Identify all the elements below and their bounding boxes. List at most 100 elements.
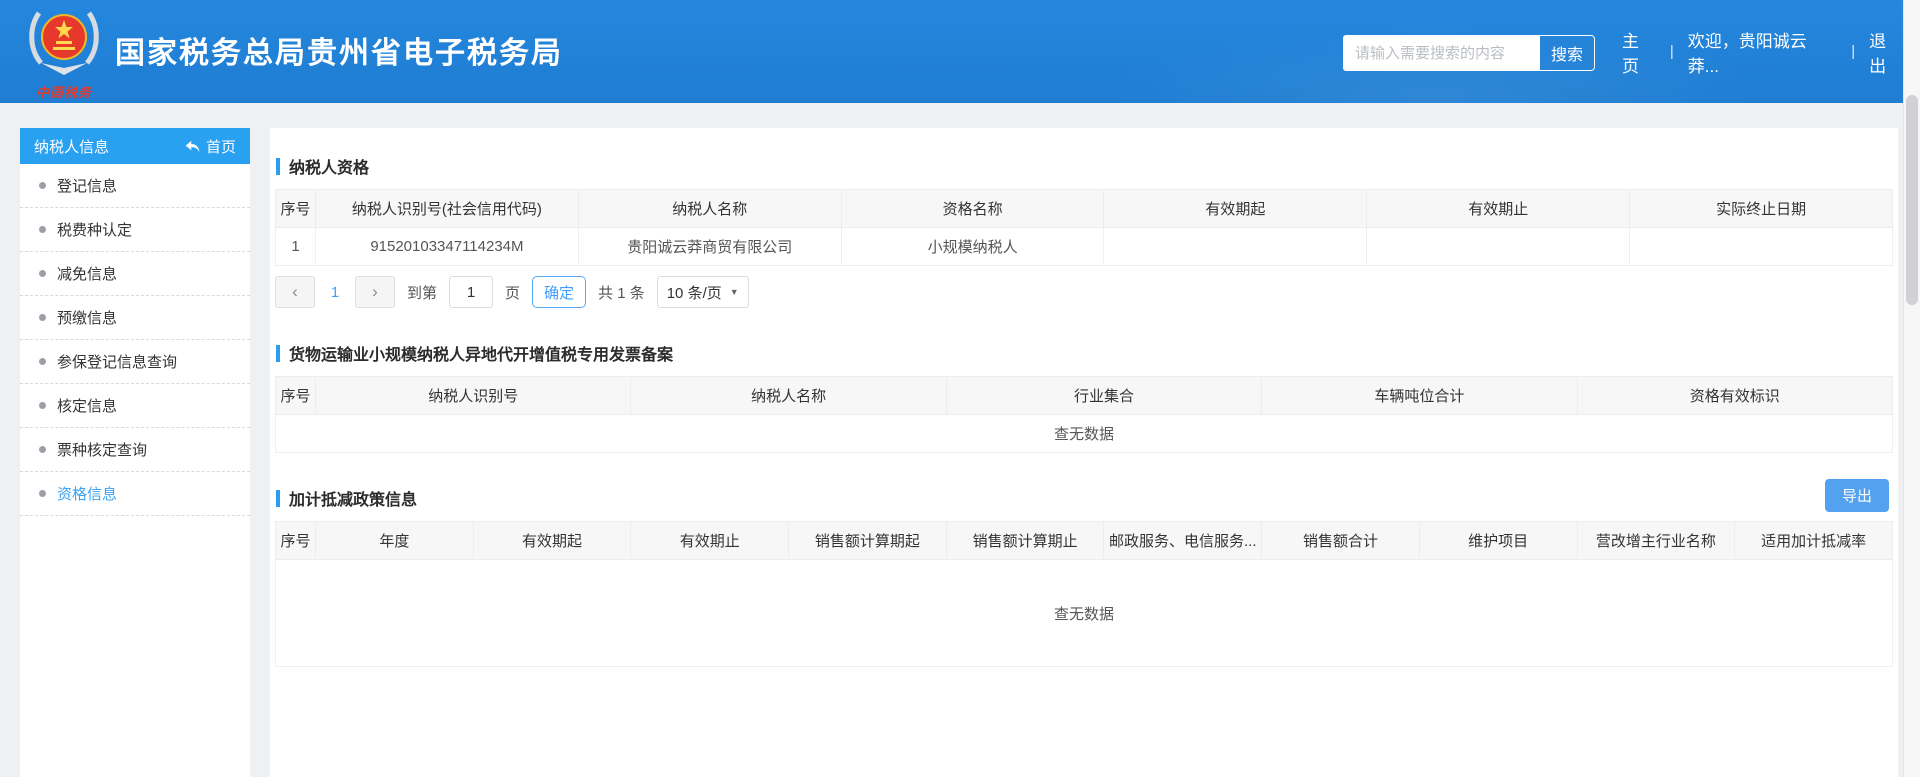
sidebar-item-insurance-query[interactable]: 参保登记信息查询 xyxy=(20,340,250,384)
page-number[interactable]: 1 xyxy=(327,284,343,301)
bullet-icon xyxy=(39,270,46,277)
title-bar-icon xyxy=(276,345,280,362)
search-input[interactable] xyxy=(1343,35,1539,71)
sidebar-item-label: 预缴信息 xyxy=(57,307,117,328)
sidebar-item-label: 减免信息 xyxy=(57,263,117,284)
sidebar-header: 纳税人信息 首页 xyxy=(20,128,250,164)
cell-taxpayer-name: 贵阳诚云莽商贸有限公司 xyxy=(578,228,841,266)
sidebar: 纳税人信息 首页 登记信息 税费种认定 减免信息 预缴信息 参保登记信息查询 核… xyxy=(20,128,250,777)
section-title-row: 纳税人资格 xyxy=(270,154,1898,178)
column-header: 纳税人名称 xyxy=(578,190,841,228)
column-header: 资格有效标识 xyxy=(1577,377,1892,415)
column-header: 有效期起 xyxy=(473,522,631,560)
column-header: 行业集合 xyxy=(946,377,1261,415)
sidebar-item-label: 资格信息 xyxy=(57,483,117,504)
cell-valid-from xyxy=(1104,228,1367,266)
column-header: 有效期起 xyxy=(1104,190,1367,228)
column-header: 车辆吨位合计 xyxy=(1262,377,1577,415)
export-button[interactable]: 导出 xyxy=(1825,479,1889,512)
column-header: 纳税人识别号 xyxy=(316,377,631,415)
tax-bureau-logo: 中国税务 xyxy=(22,5,106,100)
sidebar-title: 纳税人信息 xyxy=(34,136,109,157)
goto-prefix-label: 到第 xyxy=(407,282,437,303)
page-size-select[interactable]: 10 条/页 ▼ xyxy=(657,276,749,308)
section-title-row: 货物运输业小规模纳税人异地代开增值税专用发票备案 xyxy=(270,341,1898,365)
section-title: 加计抵减政策信息 xyxy=(289,486,417,510)
title-bar-icon xyxy=(276,158,280,175)
column-header: 销售额合计 xyxy=(1262,522,1420,560)
search-button[interactable]: 搜索 xyxy=(1539,35,1595,71)
freight-table: 序号 纳税人识别号 纳税人名称 行业集合 车辆吨位合计 资格有效标识 查无数据 xyxy=(275,376,1893,453)
sidebar-item-label: 核定信息 xyxy=(57,395,117,416)
page-size-value: 10 条/页 xyxy=(667,282,722,303)
no-data-message: 查无数据 xyxy=(276,560,1893,667)
column-header: 邮政服务、电信服务... xyxy=(1104,522,1262,560)
nav-separator: | xyxy=(1670,43,1674,60)
chevron-left-icon: ‹ xyxy=(292,282,298,302)
sidebar-item-qualification[interactable]: 资格信息 xyxy=(20,472,250,516)
bullet-icon xyxy=(39,402,46,409)
table-header-row: 序号 纳税人识别号 纳税人名称 行业集合 车辆吨位合计 资格有效标识 xyxy=(276,377,1893,415)
confirm-page-button[interactable]: 确定 xyxy=(532,276,586,308)
bullet-icon xyxy=(39,446,46,453)
sidebar-item-invoice-type-query[interactable]: 票种核定查询 xyxy=(20,428,250,472)
section-title-row: 加计抵减政策信息 xyxy=(270,486,1898,510)
nav-separator: | xyxy=(1851,43,1855,60)
next-page-button[interactable]: › xyxy=(355,276,395,308)
caret-down-icon: ▼ xyxy=(730,287,739,297)
sidebar-item-reduction[interactable]: 减免信息 xyxy=(20,252,250,296)
column-header: 序号 xyxy=(276,190,316,228)
nav-logout-link[interactable]: 退出 xyxy=(1869,27,1903,77)
section-qualification: 纳税人资格 序号 纳税人识别号(社会信用代码) 纳税人名称 资格名称 有效期起 … xyxy=(270,154,1898,308)
column-header: 营改增主行业名称 xyxy=(1577,522,1735,560)
table-row: 1 91520103347114234M 贵阳诚云莽商贸有限公司 小规模纳税人 xyxy=(276,228,1893,266)
sidebar-item-registration[interactable]: 登记信息 xyxy=(20,164,250,208)
nav-home-link[interactable]: 主页 xyxy=(1622,27,1656,77)
page-title: 国家税务总局贵州省电子税务局 xyxy=(115,28,563,72)
column-header: 维护项目 xyxy=(1419,522,1577,560)
logo-caption: 中国税务 xyxy=(22,82,106,101)
column-header: 纳税人名称 xyxy=(631,377,946,415)
bullet-icon xyxy=(39,182,46,189)
column-header: 序号 xyxy=(276,522,316,560)
sidebar-item-label: 票种核定查询 xyxy=(57,439,147,460)
sidebar-item-prepayment[interactable]: 预缴信息 xyxy=(20,296,250,340)
sidebar-home-button[interactable]: 首页 xyxy=(185,136,236,157)
nav-welcome-link[interactable]: 欢迎，贵阳诚云莽... xyxy=(1688,27,1838,77)
column-header: 实际终止日期 xyxy=(1630,190,1893,228)
main-content: 纳税人资格 序号 纳税人识别号(社会信用代码) 纳税人名称 资格名称 有效期起 … xyxy=(270,128,1898,777)
qualification-table: 序号 纳税人识别号(社会信用代码) 纳税人名称 资格名称 有效期起 有效期止 实… xyxy=(275,189,1893,266)
chevron-right-icon: › xyxy=(372,282,378,302)
sidebar-item-tax-type[interactable]: 税费种认定 xyxy=(20,208,250,252)
section-title: 货物运输业小规模纳税人异地代开增值税专用发票备案 xyxy=(289,341,673,365)
deduction-table: 序号 年度 有效期起 有效期止 销售额计算期起 销售额计算期止 邮政服务、电信服… xyxy=(275,521,1893,667)
column-header: 销售额计算期起 xyxy=(789,522,947,560)
table-header-row: 序号 纳税人识别号(社会信用代码) 纳税人名称 资格名称 有效期起 有效期止 实… xyxy=(276,190,1893,228)
prev-page-button[interactable]: ‹ xyxy=(275,276,315,308)
goto-page-input[interactable] xyxy=(449,276,493,308)
tax-emblem-icon xyxy=(25,5,103,79)
goto-suffix-label: 页 xyxy=(505,282,520,303)
sidebar-home-label: 首页 xyxy=(206,136,236,157)
back-arrow-icon xyxy=(185,140,200,153)
column-header: 销售额计算期止 xyxy=(946,522,1104,560)
sidebar-item-label: 税费种认定 xyxy=(57,219,132,240)
cell-valid-to xyxy=(1367,228,1630,266)
sidebar-item-verification[interactable]: 核定信息 xyxy=(20,384,250,428)
table-header-row: 序号 年度 有效期起 有效期止 销售额计算期起 销售额计算期止 邮政服务、电信服… xyxy=(276,522,1893,560)
column-header: 适用加计抵减率 xyxy=(1735,522,1893,560)
cell-qualification-name: 小规模纳税人 xyxy=(841,228,1104,266)
section-title: 纳税人资格 xyxy=(289,154,369,178)
sidebar-item-label: 登记信息 xyxy=(57,175,117,196)
header-search: 搜索 xyxy=(1343,35,1595,71)
column-header: 序号 xyxy=(276,377,316,415)
no-data-message: 查无数据 xyxy=(276,415,1893,453)
bullet-icon xyxy=(39,314,46,321)
sidebar-item-label: 参保登记信息查询 xyxy=(57,351,177,372)
column-header: 年度 xyxy=(316,522,474,560)
empty-row: 查无数据 xyxy=(276,415,1893,453)
scrollbar-thumb[interactable] xyxy=(1906,95,1918,305)
pagination: ‹ 1 › 到第 页 确定 共 1 条 10 条/页 ▼ xyxy=(275,276,1898,308)
cell-taxpayer-id: 91520103347114234M xyxy=(316,228,579,266)
title-bar-icon xyxy=(276,490,280,507)
